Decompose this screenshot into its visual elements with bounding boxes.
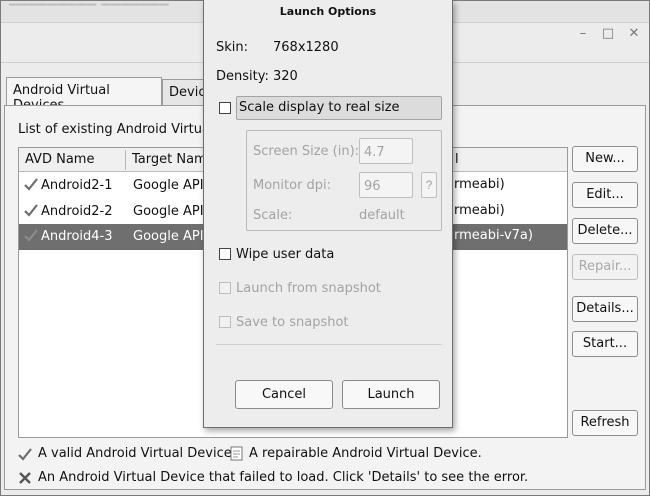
launch-options-dialog: Launch Options Skin: 768x1280 Density: 3… [203, 0, 453, 428]
scale-settings-group: Screen Size (in): Monitor dpi: ? Scale: … [246, 130, 442, 231]
scale-display-checkbox[interactable] [219, 102, 231, 114]
maximize-icon[interactable]: □ [600, 26, 616, 42]
scale-label: Scale: [253, 208, 293, 223]
scale-display-option[interactable]: Scale display to real size [236, 96, 442, 120]
launch-button[interactable]: Launch [342, 380, 440, 409]
skin-value: 768x1280 [273, 40, 339, 55]
wipe-user-data-label[interactable]: Wipe user data [236, 247, 334, 262]
save-snapshot-checkbox[interactable] [219, 316, 231, 328]
avd-name: Android2-1 [41, 178, 113, 193]
window-title-ghost: ▔▔▔▔▔▔▔▔▔ ▔▔▔▔▔▔▔ [9, 4, 169, 18]
close-icon[interactable]: ✕ [626, 26, 642, 42]
avd-name: Android2-2 [41, 204, 113, 219]
repair-button[interactable]: Repair... [572, 254, 638, 280]
skin-label: Skin: [216, 40, 249, 55]
launch-snapshot-label: Launch from snapshot [236, 281, 381, 296]
screen-size-input[interactable] [359, 138, 413, 164]
tab-android-virtual-devices[interactable]: Android Virtual Devices [6, 77, 162, 113]
avd-cpu: rmeabi) [454, 177, 505, 192]
edit-button[interactable]: Edit... [572, 182, 638, 208]
avd-list-caption: List of existing Android Virtual [18, 122, 214, 137]
error-x-icon [19, 472, 31, 484]
column-header-avd-name[interactable]: AVD Name [25, 152, 94, 167]
dialog-title: Launch Options [279, 5, 377, 18]
start-button[interactable]: Start... [572, 331, 638, 357]
legend-repairable-text: A repairable Android Virtual Device. [249, 446, 482, 461]
launch-snapshot-checkbox[interactable] [219, 282, 231, 294]
monitor-dpi-label: Monitor dpi: [253, 178, 332, 193]
legend-valid-text: A valid Android Virtual Device. [38, 446, 236, 461]
density-label: Density: [216, 69, 269, 84]
valid-check-icon [24, 204, 38, 217]
screen-size-label: Screen Size (in): [253, 144, 360, 159]
dialog-separator [216, 344, 442, 345]
tab-label: Devic [169, 85, 206, 100]
column-header-cpu[interactable]: l [455, 152, 459, 167]
column-separator[interactable] [125, 150, 126, 170]
avd-cpu: rmeabi-v7a) [454, 228, 533, 243]
legend-failed: An Android Virtual Device that failed to… [18, 470, 528, 488]
save-snapshot-label: Save to snapshot [236, 315, 349, 330]
scale-display-label: Scale display to real size [239, 100, 400, 115]
valid-check-icon [18, 448, 32, 461]
minimize-icon[interactable]: – [575, 26, 591, 42]
avd-target: Google API [133, 178, 204, 193]
cancel-button[interactable]: Cancel [235, 380, 333, 409]
details-button[interactable]: Details... [572, 296, 638, 322]
valid-check-icon [24, 229, 38, 242]
wipe-user-data-checkbox[interactable] [219, 248, 231, 260]
avd-cpu: rmeabi) [454, 203, 505, 218]
dpi-help-button[interactable]: ? [421, 172, 437, 198]
density-value: 320 [273, 69, 298, 84]
valid-check-icon [24, 178, 38, 191]
refresh-button[interactable]: Refresh [572, 410, 638, 436]
avd-name: Android4-3 [41, 229, 113, 244]
delete-button[interactable]: Delete... [572, 218, 638, 244]
avd-target: Google API [133, 204, 204, 219]
legend-failed-text: An Android Virtual Device that failed to… [38, 470, 529, 485]
new-button[interactable]: New... [572, 146, 638, 172]
legend-valid-repairable: A valid Android Virtual Device. A repair… [18, 446, 488, 464]
repairable-icon [230, 446, 243, 461]
scale-value: default [359, 208, 405, 223]
column-header-target-name[interactable]: Target Nam [132, 152, 207, 167]
avd-target: Google API [133, 229, 204, 244]
monitor-dpi-input[interactable] [359, 172, 413, 198]
